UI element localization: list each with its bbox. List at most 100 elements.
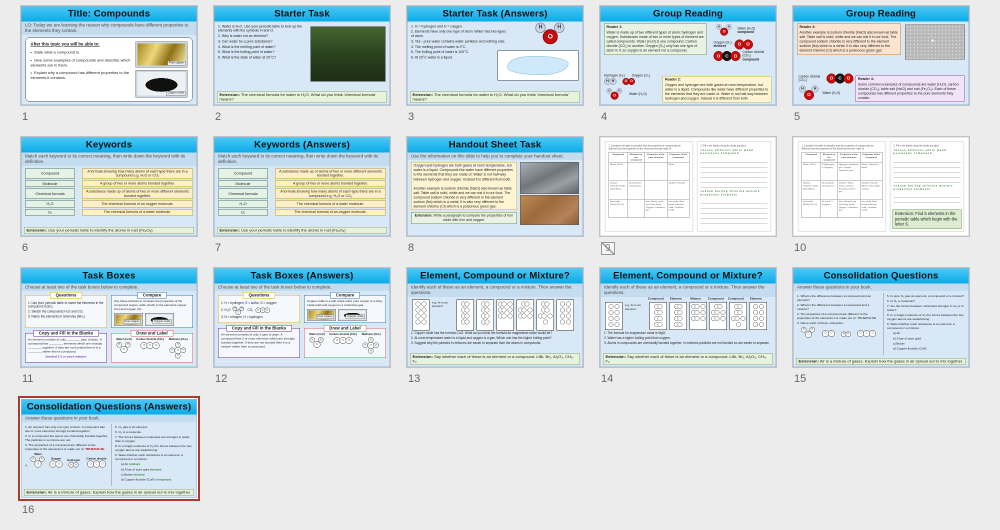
question: 2. What is the difference between a comp…	[797, 303, 870, 311]
slide-5-thumbnail[interactable]: Group Reading Reader 3: Another example i…	[793, 6, 969, 105]
word-bank: sodium boiling chlorine mixture properti…	[893, 185, 954, 191]
keyword[interactable]: Compound	[218, 168, 268, 179]
task-box-draw-label[interactable]: Draw and Label Water (H₂O) HHO Carbon di…	[111, 329, 193, 363]
slide-cell-6: Keywords Match each keyword to its corre…	[21, 137, 197, 268]
answer-part: a) Air mixture	[121, 462, 141, 467]
instruction-bar: Match each keyword to its correct meanin…	[214, 152, 390, 166]
meaning[interactable]: The chemical formula of an oxygen molecu…	[82, 200, 193, 208]
slide-13-thumbnail[interactable]: Element, Compound or Mixture? Identify e…	[407, 268, 583, 367]
slide-10-thumbnail[interactable]: 1. Complete the table to describe how th…	[793, 137, 969, 236]
box-label: Mixture	[690, 297, 702, 301]
particle-box-4	[516, 299, 534, 331]
task-box-compare[interactable]: Compare Use these pictures to compare th…	[111, 292, 193, 328]
slide-4-thumbnail[interactable]: Group Reading Reader 1: Water is made up …	[600, 6, 776, 105]
molecule-pictures: HHO OO HH OCO	[797, 326, 881, 338]
reader-1-box: Reader 1: Water is made up of two differe…	[604, 23, 707, 55]
task-box-questions[interactable]: Questions 1. Use your periodic table to …	[25, 292, 107, 328]
task-question: 2. Sketch the compounds H₂O and CO₂	[28, 310, 84, 314]
answer: 8. In a single molecule of O₂ the forces…	[115, 444, 192, 452]
slide-body: Oxygen and hydrogen are both gases at ro…	[408, 160, 583, 235]
task-box-fill-blanks-answer[interactable]: Copy and Fill in the Blanks An element c…	[218, 325, 300, 358]
slide-number: 11	[22, 373, 34, 385]
slide-8-thumbnail[interactable]: Handout Sheet Task Use the information o…	[407, 137, 583, 236]
task-answer: 2. H₂O HHO CO₂ OCO	[221, 306, 270, 315]
slide-title: Starter Task	[214, 6, 390, 22]
question: 6. What is the state of water at 20°C?	[218, 56, 277, 60]
slide-16-thumbnail[interactable]: Consolidation Questions (Answers) Answer…	[21, 399, 197, 498]
slide-3-thumbnail[interactable]: Starter Task (Answers) 1. H = hydrogen a…	[407, 6, 583, 105]
water-diagram: Water (H₂O) HHO	[116, 338, 132, 361]
worksheet-task-1: 1. Complete the table to describe how th…	[801, 144, 874, 150]
keyword[interactable]: H₂O	[25, 200, 75, 208]
slide-body: Reader 3: Another example is sodium chlor…	[794, 22, 969, 105]
slide-body: 1. H = hydrogen and O = oxygen 2. Elemen…	[408, 22, 583, 91]
meaning[interactable]: The chemical formula of a water molecule…	[82, 208, 193, 216]
meaning[interactable]: A group of two or more atoms bonded toge…	[275, 180, 386, 188]
slide-title: Title: Compounds	[21, 6, 197, 22]
meaning[interactable]: The chemical formula of a water molecule…	[275, 200, 386, 208]
answer: 3. Atoms in compounds are chemically bon…	[604, 341, 770, 345]
slide-cell-3: Starter Task (Answers) 1. H = hydrogen a…	[407, 6, 583, 137]
task-question: 1. Use your periodic table to name the e…	[28, 301, 104, 309]
extension-bar: Extension: Say whether each of these is …	[410, 353, 580, 365]
keyword[interactable]: Molecule	[25, 180, 75, 188]
instruction-bar: Identify each of these as an element, a …	[407, 283, 583, 297]
keyword[interactable]: O₂	[218, 208, 268, 216]
pure-copper-image: Pure copper	[307, 308, 336, 321]
slide-cell-16: Consolidation Questions (Answers) Answer…	[21, 399, 197, 530]
answer: 5. O₂ gas is an element.	[115, 425, 149, 429]
slide-7-thumbnail[interactable]: Keywords (Answers) Match each keyword to…	[214, 137, 390, 236]
question: 6. Is O₂ a molecule?	[887, 299, 915, 304]
slide-12-thumbnail[interactable]: Task Boxes (Answers) Choose at least two…	[214, 268, 390, 367]
question-part: d) Copper fluoride (CuF)	[893, 347, 927, 351]
slide-11-thumbnail[interactable]: Task Boxes Choose at least two of the ta…	[21, 268, 197, 367]
answer: 2. In a compound the atoms are chemicall…	[25, 434, 109, 442]
slide-number: 7	[215, 242, 222, 254]
keyword[interactable]: Molecule	[218, 180, 268, 188]
meaning[interactable]: A formula showing how many atoms of each…	[275, 188, 386, 200]
molecule-examples: Carbon dioxide (CO₂) OCO HHO Water (H₂O)	[799, 73, 854, 102]
slide-2-thumbnail[interactable]: Starter Task 1. Water is H₂O. Use your p…	[214, 6, 390, 105]
slide-body: 1. An element has only one type of atom.…	[22, 422, 197, 488]
worksheet-page-2: 2. Fill in the blanks using the words pr…	[890, 141, 964, 232]
task-box-fill-blanks[interactable]: Copy and Fill in the Blanks An element c…	[25, 329, 107, 363]
meaning[interactable]: A substance made up of atoms of two or m…	[82, 188, 193, 200]
slide-1-thumbnail[interactable]: Title: Compounds LO: Today we are learni…	[21, 6, 197, 105]
particle-box-6	[749, 302, 767, 330]
worksheet-page-2: 2. Fill in the blanks using the words pr…	[697, 141, 771, 232]
extension-bar: Extension: Say whether each of these is …	[603, 353, 773, 365]
slide-6-thumbnail[interactable]: Keywords Match each keyword to its corre…	[21, 137, 197, 236]
word-bank: choose different white metal poisonous c…	[700, 149, 754, 156]
image-caption: Pure copper	[167, 61, 186, 66]
keyword[interactable]: Compound	[25, 168, 75, 179]
task-answer: 1. H = hydrogen, S = sulfur, O = oxygen	[221, 301, 277, 305]
keyword[interactable]: Chemical formula	[218, 188, 268, 200]
meaning[interactable]: A substance made up of atoms of two or m…	[275, 168, 386, 179]
particle-box-example	[412, 299, 430, 331]
rust-image	[520, 195, 579, 226]
meaning[interactable]: A formula showing how many atoms of each…	[82, 168, 193, 179]
slide-cell-12: Task Boxes (Answers) Choose at least two…	[214, 268, 390, 399]
slide-title: Element, Compound or Mixture?	[407, 268, 583, 284]
instruction-bar: Choose at least two of the task boxes be…	[21, 283, 197, 292]
keyword[interactable]: Chemical formula	[25, 188, 75, 200]
task-box-draw-label-answer[interactable]: Draw and Label Water (H₂O) HHO Carbon di…	[304, 325, 386, 358]
slide-9-thumbnail[interactable]: 1. Complete the table to describe how th…	[600, 137, 776, 236]
keyword[interactable]: H₂O	[218, 200, 268, 208]
hidden-slide-indicator: 9	[601, 242, 615, 255]
slide-7: Keywords (Answers) Match each keyword to…	[214, 137, 390, 236]
slide-15-thumbnail[interactable]: Consolidation Questions Answer these que…	[793, 268, 969, 367]
slide-number: 6	[22, 242, 29, 254]
slide-number: 14	[601, 373, 614, 385]
meaning[interactable]: A group of two or more atoms bonded toge…	[82, 180, 193, 188]
hydrogen-molecule-icon: HH	[841, 331, 851, 337]
task-box-compare-answer[interactable]: Compare Copper oxide is a dull, black so…	[304, 292, 386, 324]
answer-part: c) Butter mixture	[121, 472, 145, 477]
task-box-questions-answers[interactable]: Questions 1. H = hydrogen, S = sulfur, O…	[218, 292, 300, 324]
meaning[interactable]: The chemical formula of an oxygen molecu…	[275, 208, 386, 216]
answer: 5. The boiling point of water is 100°C.	[411, 50, 470, 55]
methane-diagram: Methane (CH₄) HHCHH	[361, 333, 381, 354]
slide-14-thumbnail[interactable]: Element, Compound or Mixture? Identify e…	[600, 268, 776, 367]
particle-box-5	[536, 299, 554, 331]
keyword[interactable]: O₂	[25, 208, 75, 216]
